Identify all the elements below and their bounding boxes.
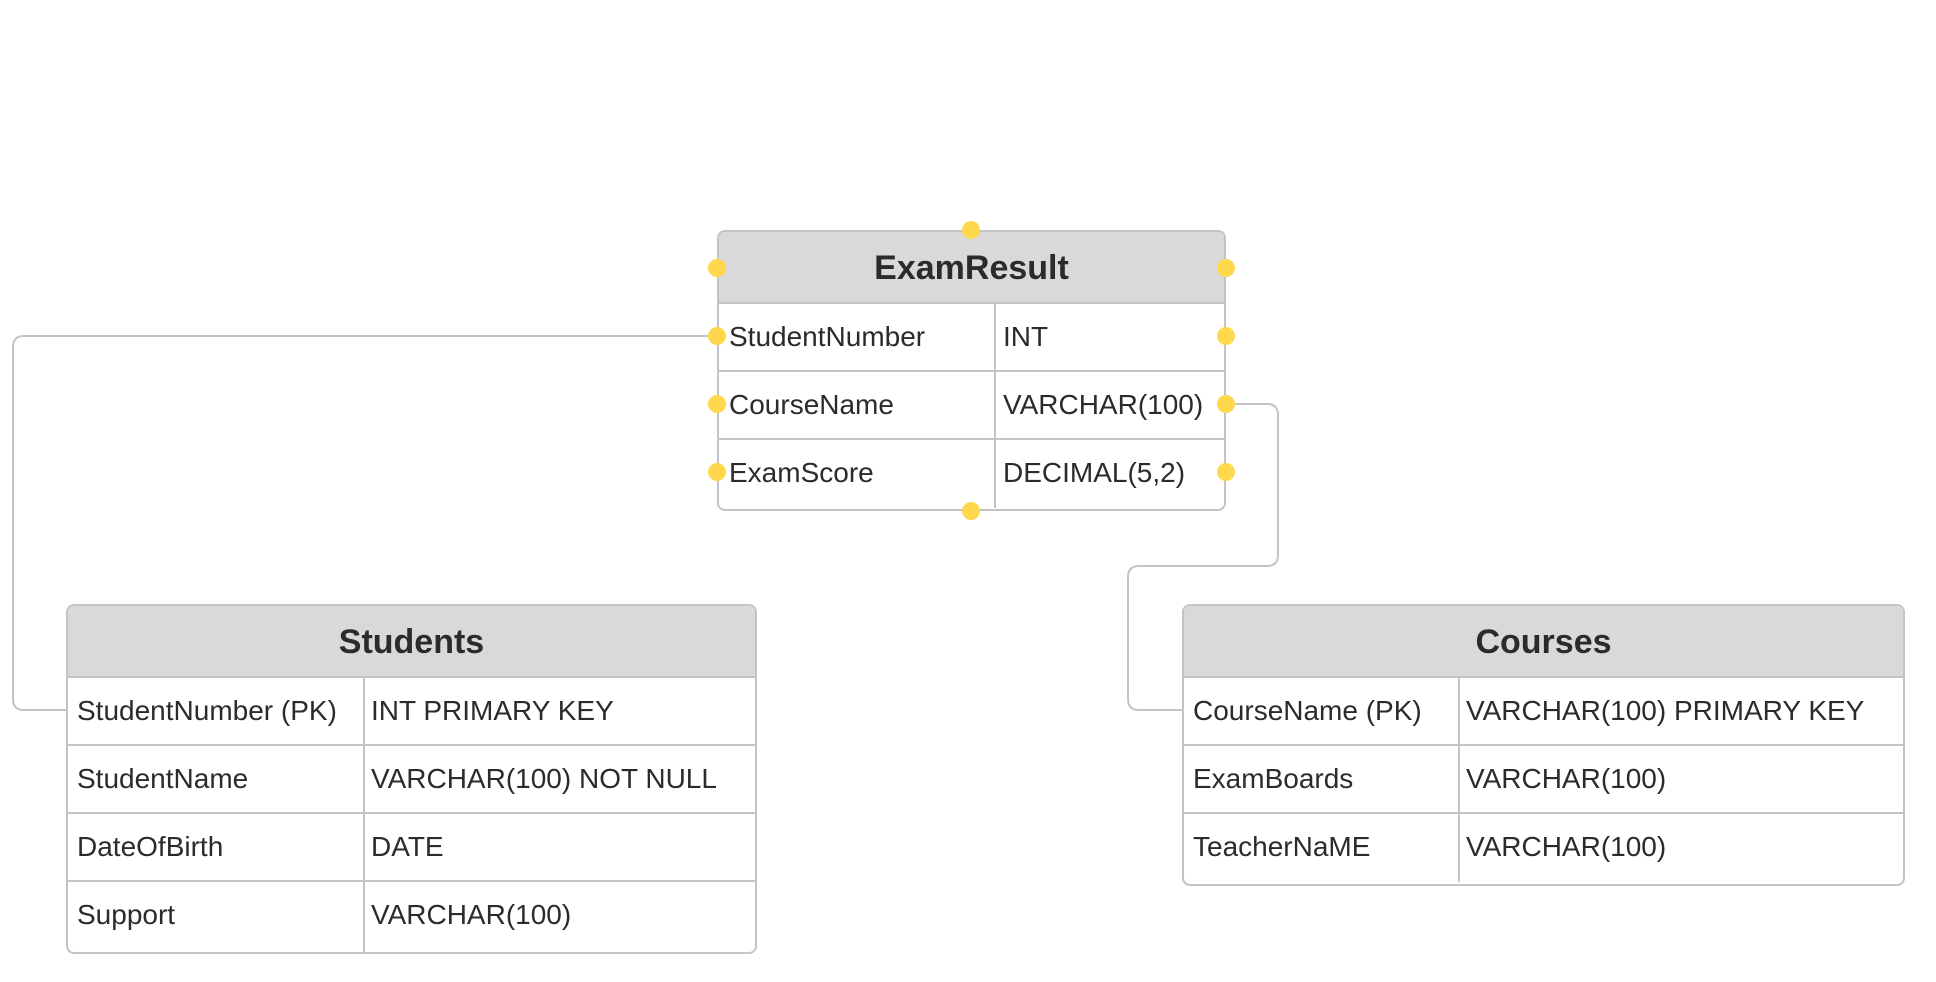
column-name: CourseName (PK) <box>1184 678 1460 744</box>
column-type: VARCHAR(100) <box>1466 763 1667 794</box>
connection-handle-row2-right[interactable] <box>1217 395 1235 413</box>
column-type: VARCHAR(100) PRIMARY KEY <box>1466 695 1865 726</box>
table-row[interactable]: StudentNumber INT <box>719 304 1224 372</box>
column-name: ExamScore <box>719 440 996 508</box>
table-row[interactable]: StudentName VARCHAR(100) NOT NULL <box>68 746 755 814</box>
column-name: StudentName <box>68 746 365 812</box>
table-row[interactable]: CourseName VARCHAR(100) <box>719 372 1224 440</box>
connection-handle-title-left[interactable] <box>708 259 726 277</box>
entity-examresult[interactable]: ExamResult StudentNumber INT CourseName … <box>717 230 1226 511</box>
table-row[interactable]: DateOfBirth DATE <box>68 814 755 882</box>
column-name: StudentNumber <box>719 304 996 370</box>
column-type: VARCHAR(100) <box>371 899 572 930</box>
column-name: StudentNumber (PK) <box>68 678 365 744</box>
column-type: DECIMAL(5,2) <box>1003 457 1186 488</box>
connection-handle-row3-left[interactable] <box>708 463 726 481</box>
column-type: VARCHAR(100) NOT NULL <box>371 763 717 794</box>
entity-title-text: Students <box>338 623 485 661</box>
column-name: Support <box>68 882 365 952</box>
entity-title: Students <box>68 606 755 678</box>
diagram-canvas[interactable]: ExamResult StudentNumber INT CourseName … <box>0 0 1936 982</box>
column-type: INT PRIMARY KEY <box>371 695 614 726</box>
entity-title-text: ExamResult <box>874 249 1069 287</box>
entity-title: Courses <box>1184 606 1903 678</box>
table-row[interactable]: Support VARCHAR(100) <box>68 882 755 952</box>
connection-handle-title-right[interactable] <box>1217 259 1235 277</box>
connection-handle-row1-right[interactable] <box>1217 327 1235 345</box>
entity-title-text: Courses <box>1475 623 1612 661</box>
column-type: VARCHAR(100) <box>1466 831 1667 862</box>
connection-handle-bottom[interactable] <box>962 502 980 520</box>
table-row[interactable]: CourseName (PK) VARCHAR(100) PRIMARY KEY <box>1184 678 1903 746</box>
column-type: DATE <box>371 831 444 862</box>
connection-handle-row1-left[interactable] <box>708 327 726 345</box>
column-name: TeacherNaME <box>1184 814 1460 882</box>
entity-title: ExamResult <box>719 232 1224 304</box>
connection-handle-row3-right[interactable] <box>1217 463 1235 481</box>
table-row[interactable]: TeacherNaME VARCHAR(100) <box>1184 814 1903 882</box>
connection-handle-top[interactable] <box>962 221 980 239</box>
column-type: INT <box>1003 321 1049 352</box>
table-row[interactable]: ExamScore DECIMAL(5,2) <box>719 440 1224 508</box>
table-row[interactable]: ExamBoards VARCHAR(100) <box>1184 746 1903 814</box>
entity-courses[interactable]: Courses CourseName (PK) VARCHAR(100) PRI… <box>1182 604 1905 886</box>
column-name: ExamBoards <box>1184 746 1460 812</box>
entity-students[interactable]: Students StudentNumber (PK) INT PRIMARY … <box>66 604 757 954</box>
column-type: VARCHAR(100) <box>1003 389 1204 420</box>
table-row[interactable]: StudentNumber (PK) INT PRIMARY KEY <box>68 678 755 746</box>
column-name: DateOfBirth <box>68 814 365 880</box>
connection-handle-row2-left[interactable] <box>708 395 726 413</box>
column-name: CourseName <box>719 372 996 438</box>
